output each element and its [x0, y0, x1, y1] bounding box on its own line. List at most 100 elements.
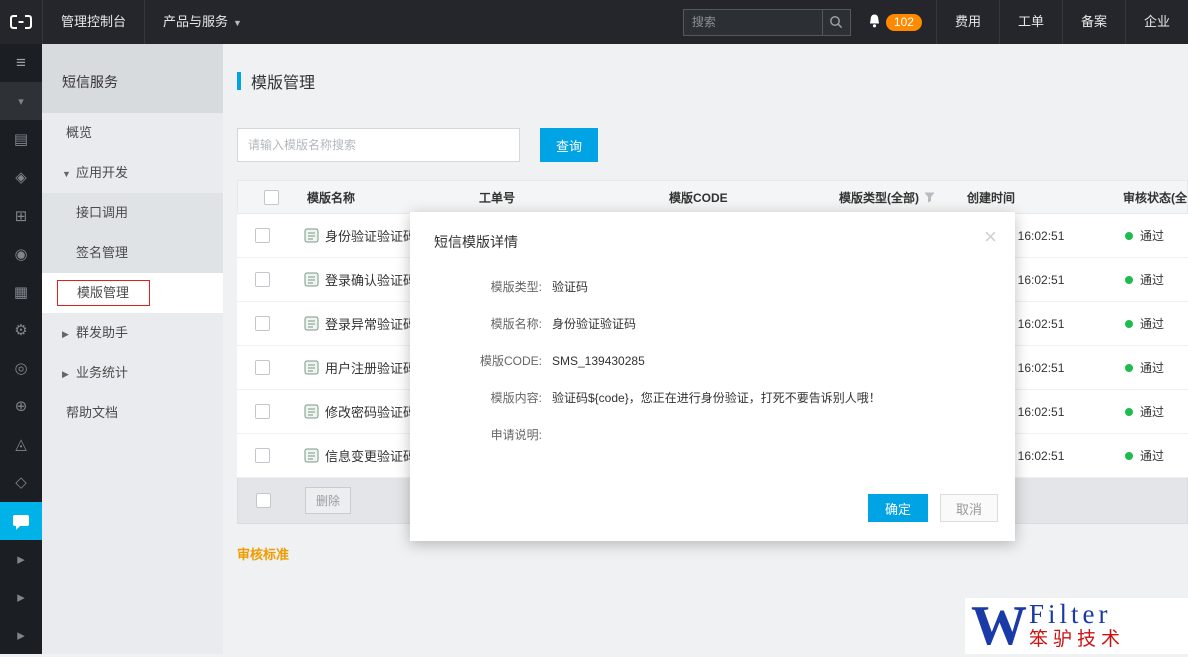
security-icon[interactable]: ◈	[0, 158, 42, 196]
field-template-name: 模版名称: 身份验证验证码	[410, 315, 1015, 333]
mass-send-label: 群发助手	[76, 325, 128, 340]
sidebar-title: 短信服务	[42, 44, 223, 113]
template-icon	[304, 228, 319, 243]
console-icon[interactable]: ▤	[0, 120, 42, 158]
watermark-letter: W	[971, 600, 1027, 652]
notifications-button[interactable]: 102	[851, 13, 936, 32]
field-template-type: 模版类型: 验证码	[410, 278, 1015, 296]
filter-icon[interactable]	[924, 192, 935, 203]
enterprise-link[interactable]: 企业	[1125, 0, 1188, 44]
analytics-icon[interactable]: ◬	[0, 425, 42, 463]
biz-stats-label: 业务统计	[76, 365, 128, 380]
row-checkbox[interactable]	[255, 404, 270, 419]
caret-right-icon: ▶	[62, 314, 76, 354]
row-checkbox[interactable]	[255, 448, 270, 463]
sidebar-item-api-call[interactable]: 接口调用	[42, 193, 223, 233]
col-ticket-number: 工单号	[471, 189, 661, 206]
template-name-link[interactable]: 登录异常验证码	[325, 314, 416, 333]
watermark-name: Filter	[1029, 600, 1125, 628]
settings-icon[interactable]: ⚙	[0, 311, 42, 349]
ticket-label: 工单	[1018, 14, 1044, 29]
delete-button[interactable]: 删除	[305, 487, 351, 514]
icp-filing-link[interactable]: 备案	[1062, 0, 1125, 44]
template-detail-modal: 短信模版详情 × 模版类型: 验证码 模版名称: 身份验证验证码 模版CODE:…	[410, 212, 1015, 541]
storage-icon[interactable]: ◉	[0, 235, 42, 273]
select-all-checkbox[interactable]	[264, 190, 279, 205]
cancel-button[interactable]: 取消	[940, 494, 998, 522]
page-title: 模版管理	[251, 69, 315, 93]
row-checkbox[interactable]	[255, 228, 270, 243]
top-links: 费用 工单 备案 企业	[936, 0, 1188, 44]
modal-title: 短信模版详情	[410, 212, 1015, 252]
tools-icon[interactable]: ⊕	[0, 387, 42, 425]
sidebar-group-app-dev[interactable]: ▼应用开发	[42, 153, 223, 193]
row-checkbox[interactable]	[255, 360, 270, 375]
billing-link[interactable]: 费用	[936, 0, 999, 44]
footer-checkbox[interactable]	[256, 493, 271, 508]
bell-icon	[867, 13, 882, 32]
caret-right-icon: ▶	[62, 354, 76, 394]
template-icon	[304, 404, 319, 419]
template-name-link[interactable]: 信息变更验证码	[325, 446, 416, 465]
field-label: 模版内容:	[410, 389, 542, 407]
global-search-input[interactable]	[684, 10, 822, 35]
page-header: 模版管理	[237, 64, 1188, 98]
col-template-name: 模版名称	[291, 189, 471, 206]
row-checkbox[interactable]	[255, 316, 270, 331]
field-apply-note: 申请说明:	[410, 426, 1015, 444]
template-search-input[interactable]	[237, 128, 520, 162]
console-home-label: 管理控制台	[61, 14, 126, 29]
status-dot	[1125, 408, 1133, 416]
template-icon	[304, 316, 319, 331]
status-text: 通过	[1140, 359, 1164, 376]
status-text: 通过	[1140, 447, 1164, 464]
sidebar-item-help-docs[interactable]: 帮助文档	[42, 393, 223, 433]
table-header-row: 模版名称 工单号 模版CODE 模版类型(全部) 创建时间 审核状态(全部	[237, 180, 1188, 214]
products-menu[interactable]: 产品与服务 ▼	[144, 0, 260, 44]
sidebar-item-template-mgmt[interactable]: 模版管理	[42, 273, 223, 313]
products-menu-label: 产品与服务	[163, 14, 228, 29]
sidebar-group-mass-send[interactable]: ▶群发助手	[42, 313, 223, 353]
ticket-link[interactable]: 工单	[999, 0, 1062, 44]
sidebar-item-overview[interactable]: 概览	[42, 113, 223, 153]
aliyun-logo-icon[interactable]	[0, 0, 42, 44]
sidebar: 短信服务 概览 ▼应用开发 接口调用 签名管理 模版管理 ▶群发助手 ▶业务统计…	[42, 44, 223, 654]
template-name-link[interactable]: 登录确认验证码	[325, 270, 416, 289]
row-checkbox[interactable]	[255, 272, 270, 287]
stack-icon[interactable]: ▦	[0, 273, 42, 311]
template-icon	[304, 360, 319, 375]
network-icon[interactable]: ⊞	[0, 197, 42, 235]
menu-icon[interactable]: ≡	[0, 44, 42, 82]
caret-down-icon[interactable]: ▾	[0, 82, 42, 120]
billing-label: 费用	[955, 14, 981, 29]
sidebar-item-signature-mgmt[interactable]: 签名管理	[42, 233, 223, 273]
field-label: 模版名称:	[410, 315, 542, 333]
template-search-row: 查询	[237, 128, 1188, 162]
field-value	[552, 426, 588, 444]
query-button[interactable]: 查询	[540, 128, 598, 162]
expand-icon[interactable]: ▸	[0, 578, 42, 616]
chevron-down-icon: ▼	[233, 18, 242, 28]
sidebar-group-biz-stats[interactable]: ▶业务统计	[42, 353, 223, 393]
monitor-icon[interactable]: ◎	[0, 349, 42, 387]
confirm-button[interactable]: 确定	[868, 494, 928, 522]
help-docs-label: 帮助文档	[66, 405, 118, 420]
console-home-link[interactable]: 管理控制台	[42, 0, 144, 44]
status-dot	[1125, 452, 1133, 460]
template-name-link[interactable]: 修改密码验证码	[325, 402, 416, 421]
field-template-content: 模版内容: 验证码${code}，您正在进行身份验证，打死不要告诉别人哦！	[410, 389, 1015, 407]
enterprise-label: 企业	[1144, 14, 1170, 29]
col-template-code: 模版CODE	[661, 189, 831, 206]
sms-icon[interactable]	[0, 502, 42, 540]
search-icon[interactable]	[822, 10, 850, 35]
expand-icon[interactable]: ▸	[0, 616, 42, 654]
template-name-link[interactable]: 身份验证验证码	[325, 226, 416, 245]
field-label: 模版类型:	[410, 278, 542, 296]
modal-footer: 确定 取消	[868, 494, 998, 522]
domain-icon[interactable]: ◇	[0, 463, 42, 501]
expand-icon[interactable]: ▸	[0, 540, 42, 578]
template-name-link[interactable]: 用户注册验证码	[325, 358, 416, 377]
field-value: SMS_139430285	[552, 352, 681, 370]
review-standards-link[interactable]: 审核标准	[237, 544, 289, 563]
close-icon[interactable]: ×	[984, 226, 997, 248]
